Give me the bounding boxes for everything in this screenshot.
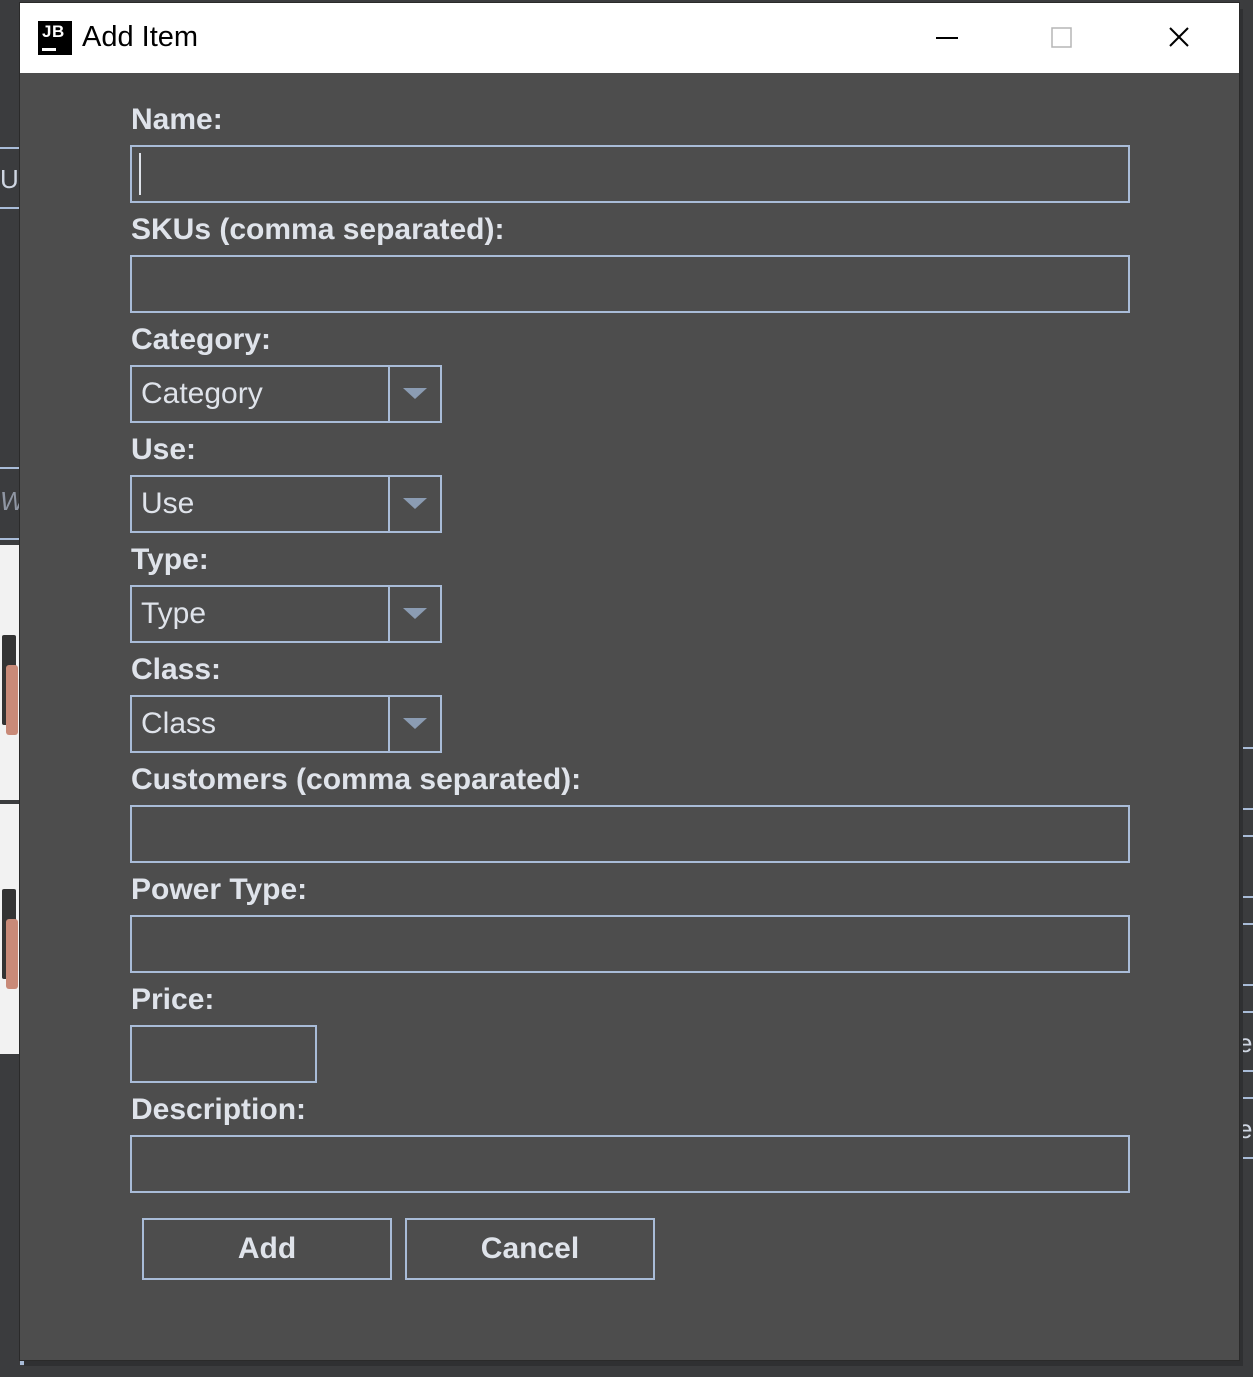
use-label: Use: <box>131 433 197 466</box>
price-label: Price: <box>131 983 215 1016</box>
bg-divider <box>1240 1097 1253 1099</box>
bg-divider <box>1240 923 1253 925</box>
category-dropdown[interactable]: Category <box>130 365 442 423</box>
name-label: Name: <box>131 103 223 136</box>
app-icon-text: JB <box>42 22 65 41</box>
description-label: Description: <box>131 1093 307 1126</box>
skus-label: SKUs (comma separated): <box>131 213 505 246</box>
skus-input[interactable] <box>130 255 1130 313</box>
power-type-input[interactable] <box>130 915 1130 973</box>
close-icon <box>1169 27 1189 47</box>
customers-label: Customers (comma separated): <box>131 763 582 796</box>
chevron-down-icon <box>403 718 427 729</box>
bg-divider <box>1240 808 1253 810</box>
bg-divider <box>1240 984 1253 986</box>
type-dropdown-button[interactable] <box>388 587 440 641</box>
add-button[interactable]: Add <box>142 1218 392 1280</box>
bg-label: e <box>1238 1028 1253 1058</box>
class-selected: Class <box>141 707 217 740</box>
type-dropdown[interactable]: Type <box>130 585 442 643</box>
chevron-down-icon <box>403 498 427 509</box>
name-input[interactable] <box>130 145 1130 203</box>
bg-label: e <box>1238 1114 1253 1144</box>
bg-thumbnail <box>0 545 20 800</box>
bg-divider <box>0 538 20 540</box>
bg-divider <box>0 147 20 149</box>
cancel-button[interactable]: Cancel <box>405 1218 655 1280</box>
type-selected: Type <box>141 597 207 630</box>
bg-divider <box>1240 1011 1253 1013</box>
class-dropdown[interactable]: Class <box>130 695 442 753</box>
chevron-down-icon <box>403 388 427 399</box>
category-dropdown-button[interactable] <box>388 367 440 421</box>
bg-divider <box>1240 1070 1253 1072</box>
bg-divider <box>1240 148 1242 210</box>
minimize-button[interactable] <box>888 3 1004 73</box>
price-input[interactable] <box>130 1025 317 1083</box>
bg-divider <box>1240 896 1253 898</box>
class-dropdown-button[interactable] <box>388 697 440 751</box>
maximize-icon <box>1051 27 1072 48</box>
type-label: Type: <box>131 543 209 576</box>
bg-divider <box>0 207 20 209</box>
bg-divider <box>1240 1157 1253 1159</box>
class-label: Class: <box>131 653 222 686</box>
bg-divider <box>0 467 20 469</box>
close-button[interactable] <box>1120 3 1236 73</box>
title-bar[interactable]: JB Add Item <box>20 3 1239 73</box>
category-selected: Category <box>141 377 263 410</box>
use-dropdown-button[interactable] <box>388 477 440 531</box>
minimize-icon <box>936 37 958 39</box>
bg-divider <box>20 1360 1026 1365</box>
add-item-dialog: JB Add Item Name: SKUs (comma separated)… <box>20 3 1239 1360</box>
chevron-down-icon <box>403 608 427 619</box>
window-title: Add Item <box>82 21 199 53</box>
app-icon: JB <box>38 21 72 55</box>
use-selected: Use <box>141 487 195 520</box>
category-label: Category: <box>131 323 272 356</box>
bg-divider <box>1240 747 1253 749</box>
bg-divider <box>1240 835 1253 837</box>
power-type-label: Power Type: <box>131 873 308 906</box>
text-cursor <box>139 153 141 195</box>
maximize-button[interactable] <box>1004 3 1120 73</box>
use-dropdown[interactable]: Use <box>130 475 442 533</box>
description-input[interactable] <box>130 1135 1130 1193</box>
bg-thumbnail <box>0 804 20 1054</box>
customers-input[interactable] <box>130 805 1130 863</box>
